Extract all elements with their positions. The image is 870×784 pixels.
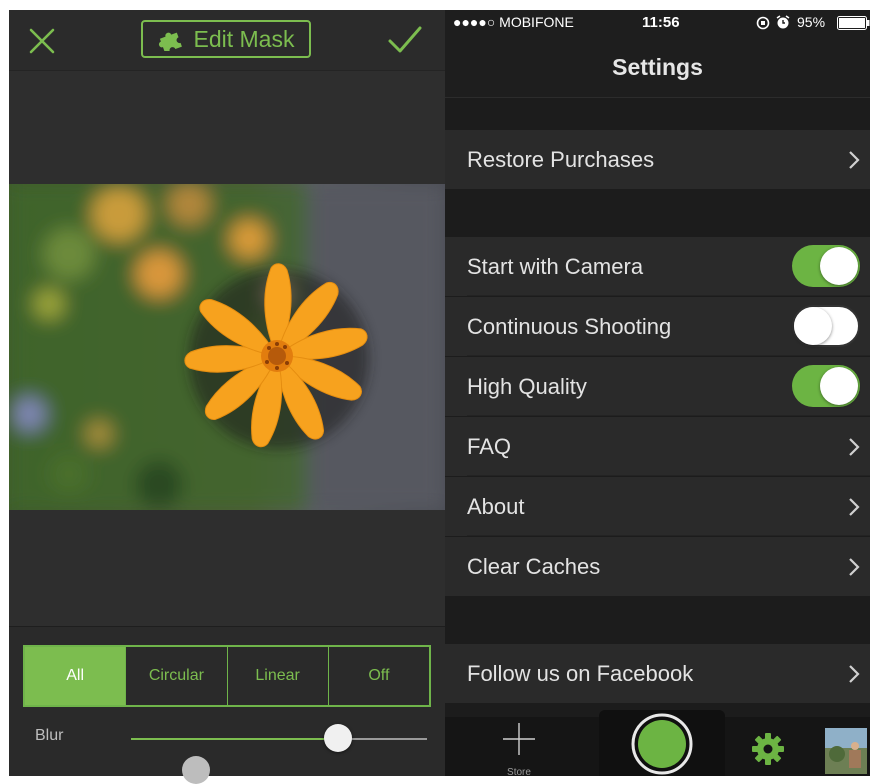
clear-caches-label: Clear Caches [467,554,601,579]
close-icon[interactable] [27,26,57,56]
chevron-right-icon [849,151,860,169]
restore-purchases-label: Restore Purchases [467,147,655,172]
faq-row[interactable]: FAQ [445,417,870,476]
gallery-thumbnail[interactable] [825,728,867,774]
continuous-shooting-toggle[interactable] [792,305,860,347]
high-quality-row: High Quality [445,357,870,416]
follow-facebook-row[interactable]: Follow us on Facebook [445,644,870,703]
blur-slider-fill [131,738,339,740]
toggle-knob [820,367,858,405]
edit-mask-button[interactable]: Edit Mask [141,20,311,58]
mask-controls: All Circular Linear Off Blur [9,626,445,776]
rotation-lock-icon [756,16,770,30]
chevron-right-icon [849,438,860,456]
high-quality-label: High Quality [467,374,587,399]
start-with-camera-row: Start with Camera [445,237,870,296]
start-with-camera-toggle[interactable] [792,245,860,287]
flower-photo[interactable] [9,184,445,510]
blur-label: Blur [35,727,64,744]
battery-icon [837,16,870,30]
store-label: Store [507,767,531,776]
segment-linear[interactable]: Linear [228,647,329,705]
gear-icon[interactable] [751,732,785,766]
status-time: 11:56 [642,14,680,31]
settings-title: Settings [612,54,703,80]
mask-type-segmented-control: All Circular Linear Off [23,645,431,707]
alarm-icon [776,15,790,29]
continuous-shooting-row: Continuous Shooting [445,297,870,356]
store-tab[interactable]: Store [501,721,537,776]
high-quality-toggle[interactable] [792,365,860,407]
continuous-shooting-label: Continuous Shooting [467,314,672,339]
about-label: About [467,494,525,519]
chevron-right-icon [849,665,860,683]
start-with-camera-label: Start with Camera [467,254,644,279]
clear-caches-row[interactable]: Clear Caches [445,537,870,596]
settings-panel: ●●●●○ MOBIFONE 11:56 95% Settings Restor… [445,10,870,776]
segment-all[interactable]: All [25,647,127,705]
chevron-right-icon [849,558,860,576]
chevron-right-icon [849,498,860,516]
toggle-knob [794,307,832,345]
restore-purchases-row[interactable]: Restore Purchases [445,130,870,189]
carrier-name: ●●●●○ MOBIFONE [453,14,574,30]
status-bar: ●●●●○ MOBIFONE 11:56 95% [445,10,870,34]
plus-icon [503,723,535,755]
puzzle-icon [158,32,182,51]
battery-percent: 95% [797,14,826,30]
toggle-knob [820,247,858,285]
faq-label: FAQ [467,434,512,459]
follow-facebook-label: Follow us on Facebook [467,661,694,686]
segment-off[interactable]: Off [329,647,429,705]
second-slider-thumb[interactable] [182,756,210,784]
shutter-button[interactable] [631,713,693,775]
mask-editor-panel: Edit Mask All Circular Linear Off Blur [9,10,445,776]
checkmark-icon[interactable] [387,24,423,56]
blur-slider-thumb[interactable] [324,724,353,752]
about-row[interactable]: About [445,477,870,536]
segment-circular[interactable]: Circular [126,647,228,705]
edit-mask-label: Edit Mask [193,25,295,52]
